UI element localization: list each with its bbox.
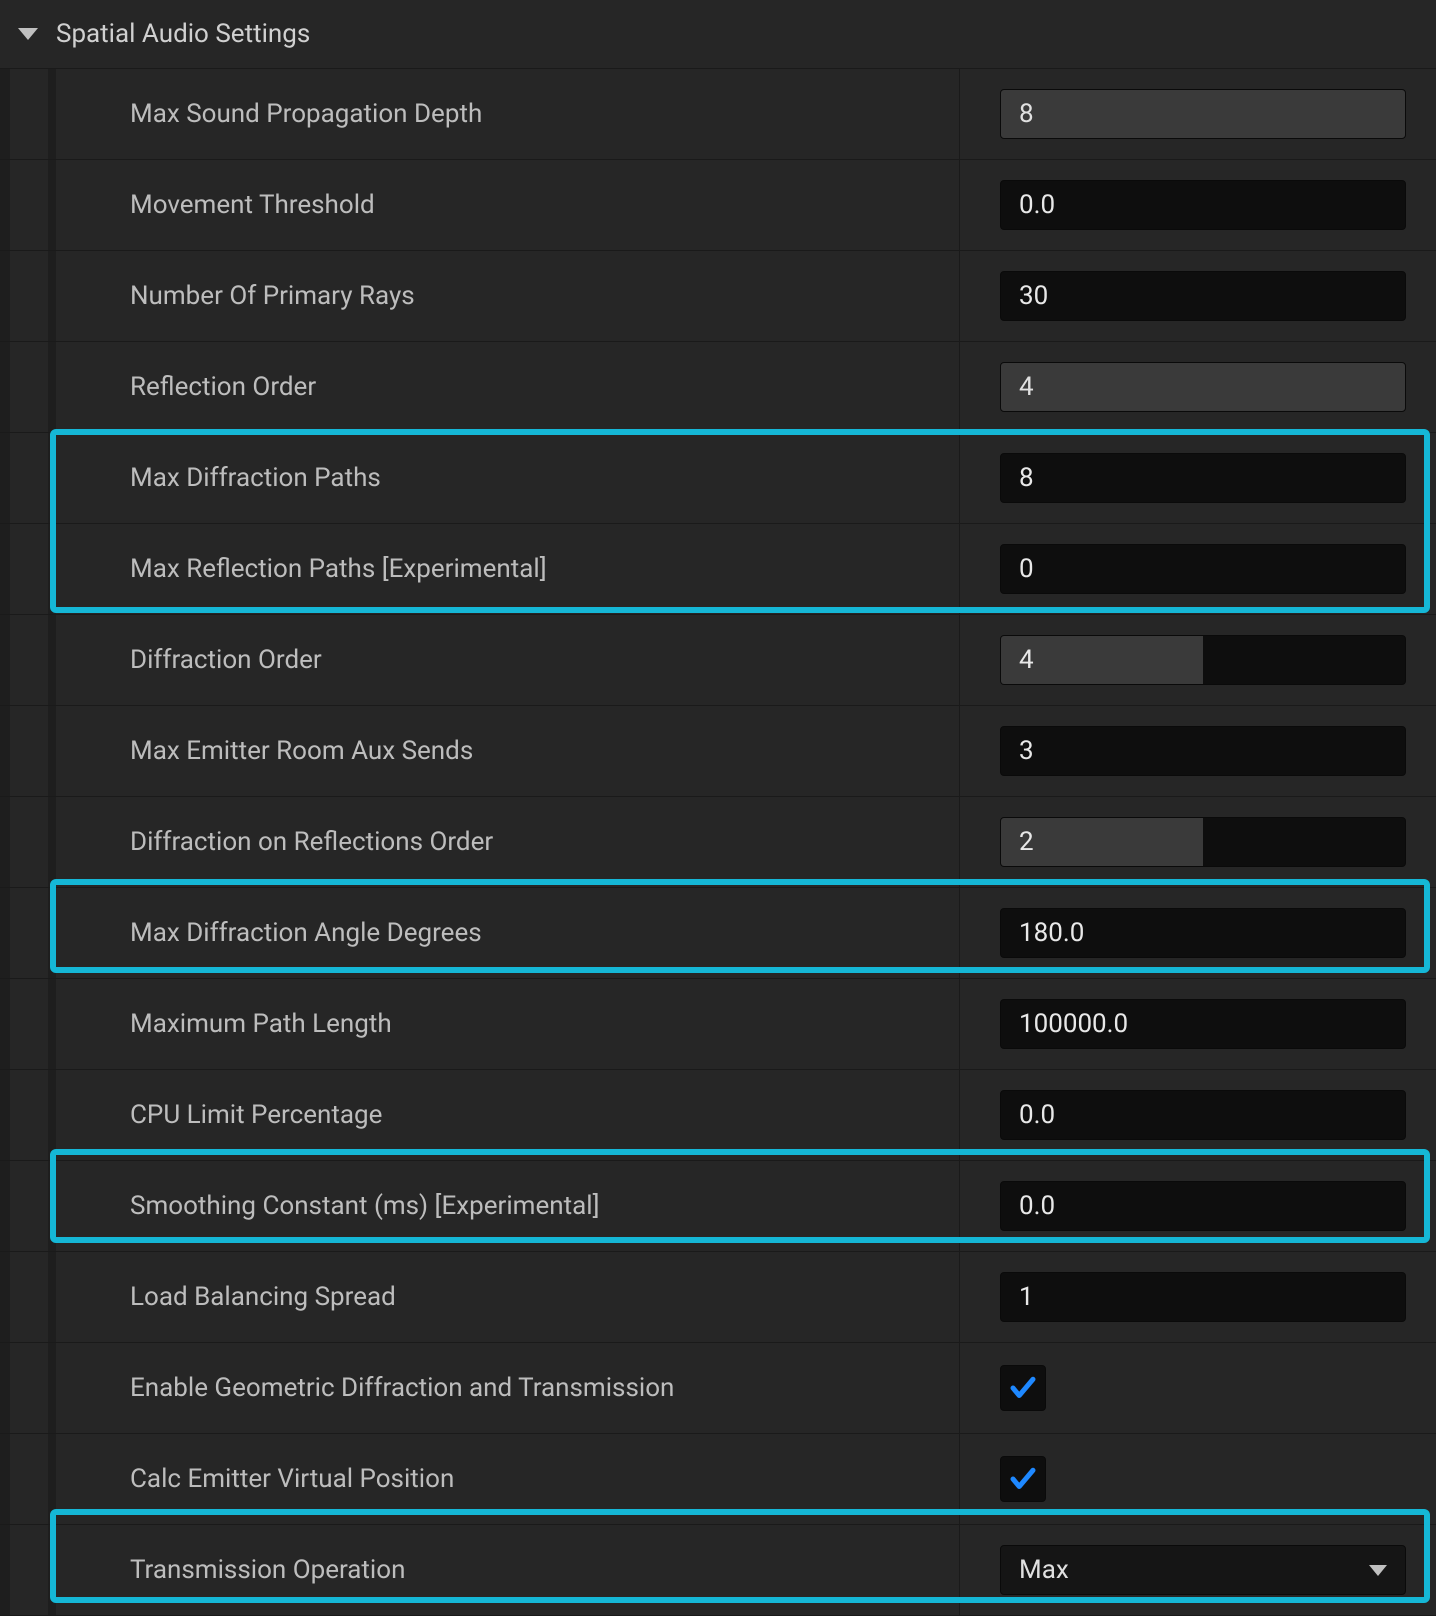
row-transmission-operation: Transmission Operation Max [0, 1525, 1436, 1616]
label: Maximum Path Length [0, 979, 960, 1069]
row-max-diffraction-paths: Max Diffraction Paths 8 [0, 433, 1436, 524]
check-icon [1008, 1373, 1038, 1403]
label: Transmission Operation [0, 1525, 960, 1615]
label: Smoothing Constant (ms) [Experimental] [0, 1161, 960, 1251]
row-cpu-limit-percentage: CPU Limit Percentage 0.0 [0, 1070, 1436, 1161]
row-max-reflection-paths: Max Reflection Paths [Experimental] 0 [0, 524, 1436, 615]
check-icon [1008, 1464, 1038, 1494]
settings-panel: Spatial Audio Settings Max Sound Propaga… [0, 0, 1436, 1616]
row-maximum-path-length: Maximum Path Length 100000.0 [0, 979, 1436, 1070]
row-diffraction-on-reflections-order: Diffraction on Reflections Order 2 [0, 797, 1436, 888]
section-header[interactable]: Spatial Audio Settings [0, 0, 1436, 69]
reflection-order-input[interactable]: 4 [1000, 362, 1406, 412]
label: Diffraction on Reflections Order [0, 797, 960, 887]
max-diffraction-angle-degrees-input[interactable]: 180.0 [1000, 908, 1406, 958]
section-title: Spatial Audio Settings [56, 19, 310, 49]
label: CPU Limit Percentage [0, 1070, 960, 1160]
label: Max Diffraction Angle Degrees [0, 888, 960, 978]
label: Calc Emitter Virtual Position [0, 1434, 960, 1524]
cpu-limit-percentage-input[interactable]: 0.0 [1000, 1090, 1406, 1140]
row-max-sound-propagation-depth: Max Sound Propagation Depth 8 [0, 69, 1436, 160]
label: Enable Geometric Diffraction and Transmi… [0, 1343, 960, 1433]
row-number-of-primary-rays: Number Of Primary Rays 30 [0, 251, 1436, 342]
transmission-operation-dropdown[interactable]: Max [1000, 1545, 1406, 1595]
collapse-triangle-icon[interactable] [18, 28, 38, 40]
diffraction-order-input[interactable]: 4 [1000, 635, 1406, 685]
movement-threshold-input[interactable]: 0.0 [1000, 180, 1406, 230]
row-reflection-order: Reflection Order 4 [0, 342, 1436, 433]
calc-emitter-virtual-position-checkbox[interactable] [1000, 1456, 1046, 1502]
label: Movement Threshold [0, 160, 960, 250]
number-of-primary-rays-input[interactable]: 30 [1000, 271, 1406, 321]
smoothing-constant-input[interactable]: 0.0 [1000, 1181, 1406, 1231]
label: Load Balancing Spread [0, 1252, 960, 1342]
row-enable-geometric-diffraction: Enable Geometric Diffraction and Transmi… [0, 1343, 1436, 1434]
row-load-balancing-spread: Load Balancing Spread 1 [0, 1252, 1436, 1343]
row-smoothing-constant: Smoothing Constant (ms) [Experimental] 0… [0, 1161, 1436, 1252]
load-balancing-spread-input[interactable]: 1 [1000, 1272, 1406, 1322]
label: Max Sound Propagation Depth [0, 69, 960, 159]
label: Max Reflection Paths [Experimental] [0, 524, 960, 614]
label: Max Emitter Room Aux Sends [0, 706, 960, 796]
row-max-emitter-room-aux-sends: Max Emitter Room Aux Sends 3 [0, 706, 1436, 797]
row-calc-emitter-virtual-position: Calc Emitter Virtual Position [0, 1434, 1436, 1525]
settings-rows: Max Sound Propagation Depth 8 Movement T… [0, 69, 1436, 1616]
maximum-path-length-input[interactable]: 100000.0 [1000, 999, 1406, 1049]
label: Number Of Primary Rays [0, 251, 960, 341]
enable-geometric-diffraction-checkbox[interactable] [1000, 1365, 1046, 1411]
chevron-down-icon [1369, 1565, 1387, 1576]
row-max-diffraction-angle-degrees: Max Diffraction Angle Degrees 180.0 [0, 888, 1436, 979]
dropdown-value: Max [1019, 1555, 1069, 1585]
label: Reflection Order [0, 342, 960, 432]
diffraction-on-reflections-order-input[interactable]: 2 [1000, 817, 1406, 867]
max-reflection-paths-input[interactable]: 0 [1000, 544, 1406, 594]
row-movement-threshold: Movement Threshold 0.0 [0, 160, 1436, 251]
label: Max Diffraction Paths [0, 433, 960, 523]
max-sound-propagation-depth-input[interactable]: 8 [1000, 89, 1406, 139]
max-emitter-room-aux-sends-input[interactable]: 3 [1000, 726, 1406, 776]
row-diffraction-order: Diffraction Order 4 [0, 615, 1436, 706]
label: Diffraction Order [0, 615, 960, 705]
max-diffraction-paths-input[interactable]: 8 [1000, 453, 1406, 503]
